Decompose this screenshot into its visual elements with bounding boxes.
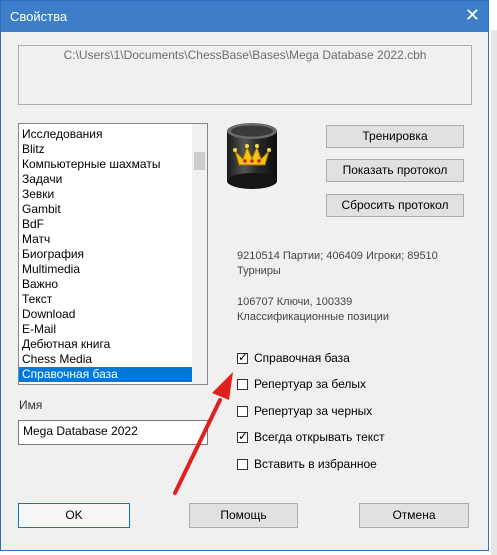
list-item[interactable]: Chess Media (19, 352, 193, 367)
stats-line: Турниры (237, 265, 281, 277)
checkbox-box[interactable] (237, 458, 248, 470)
white-repertoire-checkbox[interactable]: Репертуар за белых (237, 376, 366, 392)
reference-db-checkbox[interactable]: ✓ Справочная база (237, 350, 350, 366)
list-item[interactable]: Download (19, 307, 193, 322)
name-label: Имя (19, 398, 43, 412)
checkbox-label: Вставить в избранное (254, 457, 377, 471)
list-item[interactable]: Матч (19, 232, 193, 247)
database-crown-icon (227, 123, 277, 189)
list-item[interactable]: Текст (19, 292, 193, 307)
list-item[interactable]: Blitz (19, 142, 193, 157)
name-value: Mega Database 2022 (23, 424, 138, 438)
keys-stats: 106707 Ключи, 100339 Классификационные п… (237, 295, 389, 325)
category-listbox[interactable]: Исследования Blitz Компьютерные шахматы … (18, 123, 208, 385)
black-repertoire-checkbox[interactable]: Репертуар за черных (237, 403, 372, 419)
games-stats: 9210514 Партии; 406409 Игроки; 89510 Тур… (237, 249, 438, 279)
stats-line: Классификационные позиции (237, 311, 389, 323)
add-to-favorites-checkbox[interactable]: Вставить в избранное (237, 456, 377, 472)
stats-line: 9210514 Партии; 406409 Игроки; 89510 (237, 250, 438, 262)
cancel-button[interactable]: Отмена (359, 503, 469, 528)
list-item[interactable]: BdF (19, 217, 193, 232)
checkbox-box[interactable] (237, 405, 248, 417)
list-item[interactable]: Gambit (19, 202, 193, 217)
checkbox-label: Репертуар за белых (254, 377, 367, 391)
background-window (491, 30, 497, 555)
checkbox-label: Всегда открывать текст (254, 430, 385, 444)
checkbox-label: Справочная база (254, 351, 350, 365)
list-item[interactable]: E-Mail (19, 322, 193, 337)
checkbox-label: Репертуар за черных (254, 404, 373, 418)
list-item[interactable]: Компьютерные шахматы (19, 157, 193, 172)
name-field[interactable]: Mega Database 2022 (18, 420, 208, 445)
checkbox-box[interactable]: ✓ (237, 349, 249, 364)
list-item[interactable]: Исследования (19, 127, 193, 142)
database-path: C:\Users\1\Documents\ChessBase\Bases\Meg… (63, 48, 427, 62)
check-icon: ✓ (238, 349, 249, 364)
list-item[interactable]: Дебютная книга (19, 337, 193, 352)
always-open-text-checkbox[interactable]: ✓ Всегда открывать текст (237, 429, 385, 445)
scroll-thumb[interactable] (194, 152, 205, 170)
reset-log-button[interactable]: Сбросить протокол (326, 194, 464, 217)
check-icon: ✓ (238, 428, 249, 443)
list-item[interactable]: Важно (19, 277, 193, 292)
stats-line: 106707 Ключи, 100339 (237, 296, 353, 308)
list-item[interactable]: Задачи (19, 172, 193, 187)
window-title: Свойства (10, 9, 68, 24)
close-icon[interactable]: ✕ (465, 6, 480, 24)
checkbox-box[interactable]: ✓ (237, 428, 249, 443)
list-item[interactable]: Зевки (19, 187, 193, 202)
list-item[interactable]: Multimedia (19, 262, 193, 277)
show-log-button[interactable]: Показать протокол (326, 159, 464, 182)
title-bar: Свойства ✕ (1, 1, 488, 32)
training-button[interactable]: Тренировка (326, 125, 464, 148)
database-path-box: C:\Users\1\Documents\ChessBase\Bases\Meg… (18, 45, 472, 105)
properties-dialog: Свойства ✕ C:\Users\1\Documents\ChessBas… (0, 0, 489, 551)
list-item[interactable]: Биография (19, 247, 193, 262)
list-item-selected[interactable]: Справочная база (19, 367, 193, 382)
ok-button[interactable]: OK (18, 503, 130, 528)
list-scrollbar[interactable] (192, 124, 207, 384)
checkbox-box[interactable] (237, 378, 248, 390)
help-button[interactable]: Помощь (189, 503, 298, 528)
